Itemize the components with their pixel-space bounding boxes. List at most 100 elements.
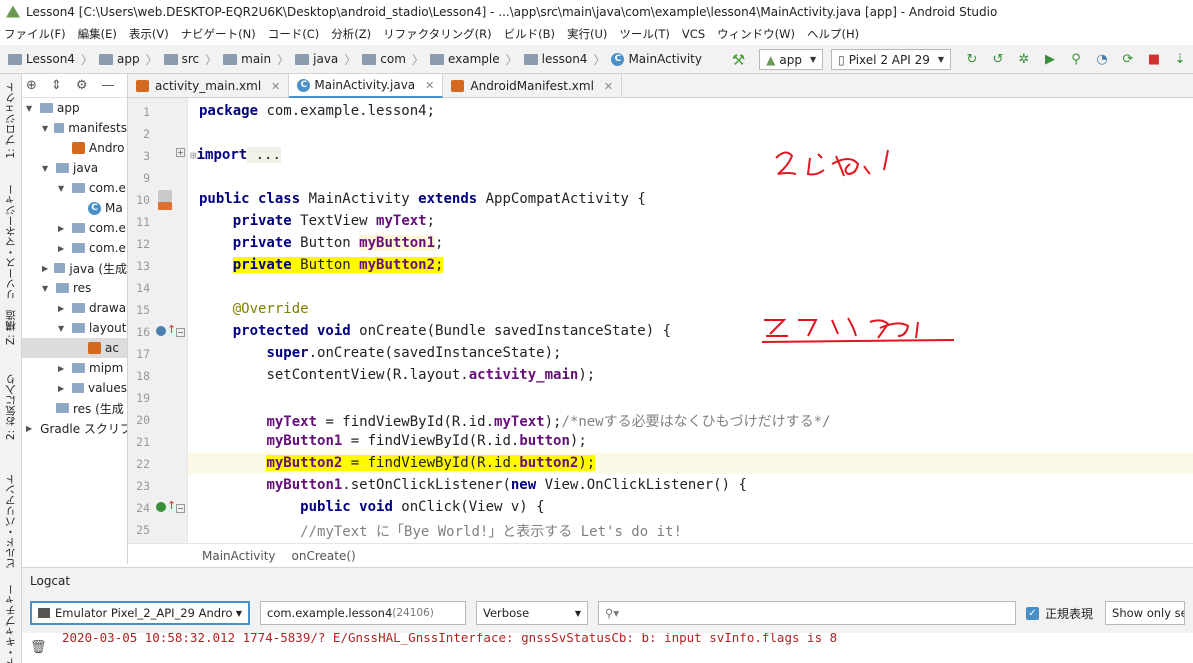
- tree-item[interactable]: ▼ res: [22, 278, 127, 298]
- run-config-dropdown[interactable]: ▲ app ▼: [759, 49, 824, 70]
- breadcrumb-main[interactable]: main 〉: [223, 51, 295, 68]
- tree-item[interactable]: Andro: [22, 138, 127, 158]
- breadcrumb-com[interactable]: com 〉: [362, 51, 430, 68]
- logcat-search-input[interactable]: ⚲▾: [598, 601, 1016, 625]
- tree-item[interactable]: res (生成: [22, 398, 127, 418]
- breadcrumb-example[interactable]: example 〉: [429, 51, 524, 68]
- expand-down-icon[interactable]: ▼: [58, 184, 68, 193]
- logcat-device-select[interactable]: Emulator Pixel_2_API_29 Android ▼: [30, 601, 250, 625]
- tree-item[interactable]: ▶ values: [22, 378, 127, 398]
- tree-item[interactable]: ▼ app: [22, 98, 127, 118]
- implement-icon[interactable]: [156, 502, 166, 512]
- locate-icon[interactable]: ⊕: [26, 78, 37, 93]
- resource-manager-tab[interactable]: リソース・マネージャー: [3, 184, 18, 300]
- regex-checkbox[interactable]: ✓: [1026, 606, 1039, 620]
- tab-androidmanifest-xml[interactable]: AndroidManifest.xml ✕: [443, 74, 623, 98]
- menu-navigate[interactable]: ナビゲート(N): [181, 26, 256, 42]
- menu-edit[interactable]: 編集(E): [78, 26, 117, 42]
- trash-icon[interactable]: 🗑: [30, 641, 47, 654]
- apply-code-changes-icon[interactable]: ↺: [990, 52, 1006, 68]
- fold-icon[interactable]: −: [176, 328, 185, 337]
- tree-item[interactable]: ▼ java: [22, 158, 127, 178]
- stop-icon[interactable]: ■: [1146, 52, 1162, 68]
- tree-item[interactable]: ▶ com.e: [22, 218, 127, 238]
- breadcrumb-src[interactable]: src 〉: [163, 51, 224, 68]
- expand-right-icon[interactable]: ▶: [58, 364, 68, 373]
- menu-window[interactable]: ウィンドウ(W): [717, 26, 795, 42]
- tree-item[interactable]: ▶ com.e: [22, 238, 127, 258]
- code-line-21: myButton1 = findViewById(R.id.button);: [266, 433, 587, 449]
- menu-refactor[interactable]: リファクタリング(R): [383, 26, 492, 42]
- tree-item[interactable]: ▶ Gradle スクリプ: [22, 418, 127, 438]
- menu-view[interactable]: 表示(V): [129, 26, 169, 42]
- menu-analyze[interactable]: 分析(Z): [331, 26, 371, 42]
- code-line-15: @Override: [232, 301, 309, 317]
- menu-run[interactable]: 実行(U): [567, 26, 607, 42]
- layout-preview-icon[interactable]: [158, 190, 172, 202]
- attach-debugger-icon[interactable]: ⚲: [1068, 52, 1084, 68]
- expand-right-icon[interactable]: ▶: [26, 424, 32, 433]
- code-editor[interactable]: package com.example.lesson4; ⊞import ...…: [188, 98, 1193, 543]
- project-tool-tab[interactable]: 1: プロジェクト: [3, 82, 18, 159]
- breadcrumb-lesson4[interactable]: Lesson4 〉: [8, 51, 99, 68]
- menu-tools[interactable]: ツール(T): [619, 26, 670, 42]
- close-icon[interactable]: ✕: [425, 79, 434, 92]
- close-icon[interactable]: ✕: [604, 80, 613, 93]
- minimize-icon[interactable]: —: [101, 78, 114, 93]
- expand-right-icon[interactable]: ▶: [58, 224, 68, 233]
- menu-vcs[interactable]: VCS: [682, 27, 705, 41]
- expand-down-icon[interactable]: ▼: [42, 284, 52, 293]
- debug-icon[interactable]: ✲: [1016, 52, 1032, 68]
- expand-down-icon[interactable]: ▼: [26, 104, 36, 113]
- expand-down-icon[interactable]: ▼: [42, 164, 52, 173]
- tree-item-label: layout: [89, 321, 127, 335]
- profile-icon[interactable]: ◔: [1094, 52, 1110, 68]
- expand-right-icon[interactable]: ▶: [58, 304, 68, 313]
- tree-item[interactable]: ▼ layout: [22, 318, 127, 338]
- structure-tool-tab[interactable]: Z: 構造: [3, 310, 18, 345]
- tab-mainactivity-java[interactable]: C MainActivity.java ✕: [289, 74, 444, 98]
- favorites-tool-tab[interactable]: 2: お気に入り: [3, 374, 18, 440]
- tree-item[interactable]: ▶ drawa: [22, 298, 127, 318]
- fold-icon[interactable]: −: [176, 504, 185, 513]
- gear-icon[interactable]: ⚙: [76, 78, 88, 93]
- build-hammer-icon[interactable]: ⚒: [732, 51, 745, 69]
- show-only-selected-dropdown[interactable]: Show only sel: [1105, 601, 1186, 625]
- breadcrumb-app[interactable]: app 〉: [98, 51, 164, 68]
- device-dropdown[interactable]: ▯ Pixel 2 API 29 ▼: [831, 49, 951, 70]
- tree-item[interactable]: ▼ com.e: [22, 178, 127, 198]
- xml-link-icon[interactable]: [158, 202, 172, 210]
- build-variants-tab[interactable]: ビルド・バリアント: [3, 474, 18, 569]
- expand-down-icon[interactable]: ▼: [42, 124, 50, 133]
- sync-icon[interactable]: ⟳: [1120, 52, 1136, 68]
- tab-activity-main-xml[interactable]: activity_main.xml ✕: [128, 74, 290, 98]
- layout-capture-tab[interactable]: ウト・キャプチャー: [3, 584, 18, 663]
- apply-changes-icon[interactable]: ↻: [964, 52, 980, 68]
- override-icon[interactable]: [156, 326, 166, 336]
- tree-item[interactable]: ▶ mipm: [22, 358, 127, 378]
- tree-item[interactable]: C Ma: [22, 198, 127, 218]
- fold-icon[interactable]: +: [176, 148, 185, 157]
- breadcrumb-mainactivity[interactable]: C MainActivity: [611, 52, 702, 66]
- logcat-level-select[interactable]: Verbose ▼: [476, 601, 588, 625]
- editor-breadcrumb-class[interactable]: MainActivity: [202, 549, 276, 563]
- coverage-icon[interactable]: ▶: [1042, 52, 1058, 68]
- expand-right-icon[interactable]: ▶: [58, 244, 68, 253]
- tree-item[interactable]: ac: [22, 338, 127, 358]
- collapse-icon[interactable]: ⇕: [51, 78, 62, 93]
- tree-item[interactable]: ▼ manifests: [22, 118, 127, 138]
- expand-down-icon[interactable]: ▼: [58, 324, 68, 333]
- menu-code[interactable]: コード(C): [268, 26, 320, 42]
- expand-right-icon[interactable]: ▶: [42, 264, 50, 273]
- close-icon[interactable]: ✕: [271, 80, 280, 93]
- breadcrumb-lesson4-pkg[interactable]: lesson4 〉: [523, 51, 612, 68]
- menu-help[interactable]: ヘルプ(H): [807, 26, 859, 42]
- expand-right-icon[interactable]: ▶: [58, 384, 68, 393]
- menu-build[interactable]: ビルド(B): [504, 26, 555, 42]
- tree-item[interactable]: ▶ java (生成: [22, 258, 127, 278]
- logcat-process-select[interactable]: com.example.lesson4 (24106): [260, 601, 466, 625]
- editor-breadcrumb-method[interactable]: onCreate(): [292, 549, 356, 563]
- breadcrumb-java[interactable]: java 〉: [295, 51, 362, 68]
- menu-file[interactable]: ファイル(F): [4, 26, 66, 42]
- gradle-sync-icon[interactable]: ⇣: [1172, 52, 1188, 68]
